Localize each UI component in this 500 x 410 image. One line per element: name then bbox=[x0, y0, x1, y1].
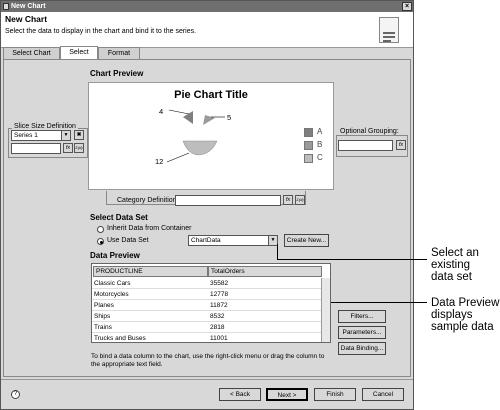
finish-button[interactable]: Finish bbox=[314, 388, 356, 401]
callout-preview-line-3: sample data bbox=[431, 321, 494, 333]
footer-divider bbox=[1, 379, 413, 380]
data-preview-heading: Data Preview bbox=[90, 251, 140, 260]
table-cell: Trains bbox=[94, 324, 112, 331]
inherit-data-radio[interactable] bbox=[97, 226, 104, 233]
callout-select-data-set: Select an existing data set bbox=[431, 247, 479, 283]
pie-slice-c bbox=[182, 140, 218, 156]
table-cell: 2818 bbox=[210, 324, 225, 331]
legend-item-b: B bbox=[304, 140, 323, 150]
close-button[interactable]: × bbox=[402, 2, 412, 11]
slice-size-expression-field[interactable] bbox=[11, 143, 61, 154]
binding-hint: To bind a data column to the chart, use … bbox=[91, 353, 325, 368]
pie-chart bbox=[166, 109, 225, 163]
callout-preview-line-2: displays bbox=[431, 309, 473, 321]
table-cell: 11872 bbox=[210, 302, 228, 309]
column-header-totalorders[interactable]: TotalOrders bbox=[208, 266, 322, 277]
callout-select-line-3: data set bbox=[431, 271, 472, 283]
table-cell: Classic Cars bbox=[94, 280, 131, 287]
new-chart-dialog: New Chart × New Chart Select the data to… bbox=[0, 0, 414, 410]
table-cell: 12778 bbox=[210, 291, 229, 298]
slice-size-aggregate-button[interactable]: Σ(d) bbox=[74, 143, 84, 153]
series-select-value: Series 1 bbox=[14, 132, 38, 139]
legend-label-c: C bbox=[317, 153, 323, 162]
table-cell: 11001 bbox=[210, 335, 228, 342]
filters-button[interactable]: Filters... bbox=[338, 310, 386, 323]
legend-label-a: A bbox=[317, 127, 323, 136]
pie-slice-b bbox=[203, 115, 215, 125]
column-header-productline[interactable]: PRODUCTLINE bbox=[93, 266, 208, 277]
chart-preview: Pie Chart Title 4 5 12 A B C bbox=[88, 82, 334, 190]
callout-data-preview: Data Preview displays sample data bbox=[431, 297, 499, 333]
chevron-down-icon: ▼ bbox=[61, 131, 70, 140]
callout-select-line-2: existing bbox=[431, 259, 470, 271]
chart-preview-heading: Chart Preview bbox=[90, 69, 144, 78]
next-button[interactable]: Next > bbox=[266, 388, 308, 401]
callout-line-select bbox=[277, 259, 427, 260]
legend-label-b: B bbox=[317, 140, 323, 149]
table-row[interactable]: Trucks and Buses 11001 bbox=[92, 333, 322, 342]
table-row[interactable]: Classic Cars 35582 bbox=[92, 278, 322, 289]
slice-label-12: 12 bbox=[155, 157, 164, 166]
chart-wizard-icon bbox=[379, 17, 399, 43]
tab-format-chart[interactable]: Format Chart bbox=[98, 47, 140, 68]
category-fx-button[interactable]: fx bbox=[283, 195, 293, 205]
inherit-data-label: Inherit Data from Container bbox=[107, 225, 192, 232]
legend-swatch-c bbox=[304, 154, 313, 163]
series-select[interactable]: Series 1 ▼ bbox=[11, 130, 71, 141]
header-subtitle: Select the data to display in the chart … bbox=[5, 28, 197, 35]
chevron-down-icon: ▼ bbox=[268, 236, 277, 245]
slice-size-fx-button[interactable]: fx bbox=[63, 143, 73, 153]
table-cell: 35582 bbox=[210, 280, 229, 287]
window-icon bbox=[3, 3, 9, 10]
leader-line-4 bbox=[168, 109, 190, 115]
table-cell: Ships bbox=[94, 313, 111, 320]
legend-item-a: A bbox=[304, 127, 323, 137]
table-row[interactable]: Trains 2818 bbox=[92, 322, 322, 333]
vertical-scrollbar[interactable] bbox=[321, 278, 330, 342]
legend-swatch-b bbox=[304, 141, 313, 150]
optional-grouping-label: Optional Grouping: bbox=[338, 128, 401, 135]
slice-size-label: Slice Size Definition bbox=[12, 123, 78, 130]
data-set-select-value: ChartData bbox=[191, 237, 221, 244]
data-binding-button[interactable]: Data Binding... bbox=[338, 342, 386, 355]
callout-preview-line-1: Data Preview bbox=[431, 297, 500, 309]
table-row[interactable]: Motorcycles 12778 bbox=[92, 289, 322, 300]
table-cell: Planes bbox=[94, 302, 114, 309]
slice-label-4: 4 bbox=[159, 107, 164, 116]
table-cell: 8532 bbox=[210, 313, 225, 320]
category-definition-field[interactable] bbox=[175, 195, 281, 206]
callout-line-select-vertical bbox=[277, 244, 278, 259]
table-row[interactable]: Planes 11872 bbox=[92, 300, 322, 311]
tab-select-chart-type[interactable]: Select Chart Type bbox=[3, 47, 60, 68]
parameters-button[interactable]: Parameters... bbox=[338, 326, 386, 339]
header-title: New Chart bbox=[5, 14, 48, 24]
legend-swatch-a bbox=[304, 128, 313, 137]
use-data-set-radio[interactable] bbox=[97, 238, 104, 245]
select-data-set-heading: Select Data Set bbox=[90, 213, 148, 222]
table-cell: Trucks and Buses bbox=[94, 335, 146, 342]
cancel-button[interactable]: Cancel bbox=[362, 388, 404, 401]
optional-grouping-fx-button[interactable]: fx bbox=[396, 140, 406, 150]
back-button[interactable]: < Back bbox=[219, 388, 261, 401]
category-aggregate-button[interactable]: Σ(d) bbox=[295, 195, 305, 205]
dialog-header: New Chart Select the data to display in … bbox=[1, 12, 413, 48]
title-bar: New Chart × bbox=[1, 1, 413, 12]
use-data-set-label: Use Data Set bbox=[107, 237, 149, 244]
callout-line-preview bbox=[331, 302, 427, 303]
legend-item-c: C bbox=[304, 153, 323, 163]
tab-select-data[interactable]: Select Data bbox=[60, 46, 98, 67]
help-icon[interactable]: ? bbox=[11, 390, 20, 399]
table-row[interactable]: Ships 8532 bbox=[92, 311, 322, 322]
category-definition-label: Category Definition: bbox=[117, 197, 179, 204]
create-new-data-set-button[interactable]: Create New... bbox=[284, 234, 329, 247]
remove-series-button[interactable]: ✖ bbox=[74, 130, 84, 140]
data-preview-table: PRODUCTLINE TotalOrders Classic Cars 3558… bbox=[91, 263, 331, 343]
window-title: New Chart bbox=[11, 3, 46, 10]
optional-grouping-field[interactable] bbox=[338, 140, 393, 151]
leader-line-12 bbox=[166, 152, 190, 163]
callout-select-line-1: Select an bbox=[431, 247, 479, 259]
data-set-select[interactable]: ChartData ▼ bbox=[188, 235, 278, 246]
table-cell: Motorcycles bbox=[94, 291, 129, 298]
slice-label-5: 5 bbox=[227, 113, 232, 122]
